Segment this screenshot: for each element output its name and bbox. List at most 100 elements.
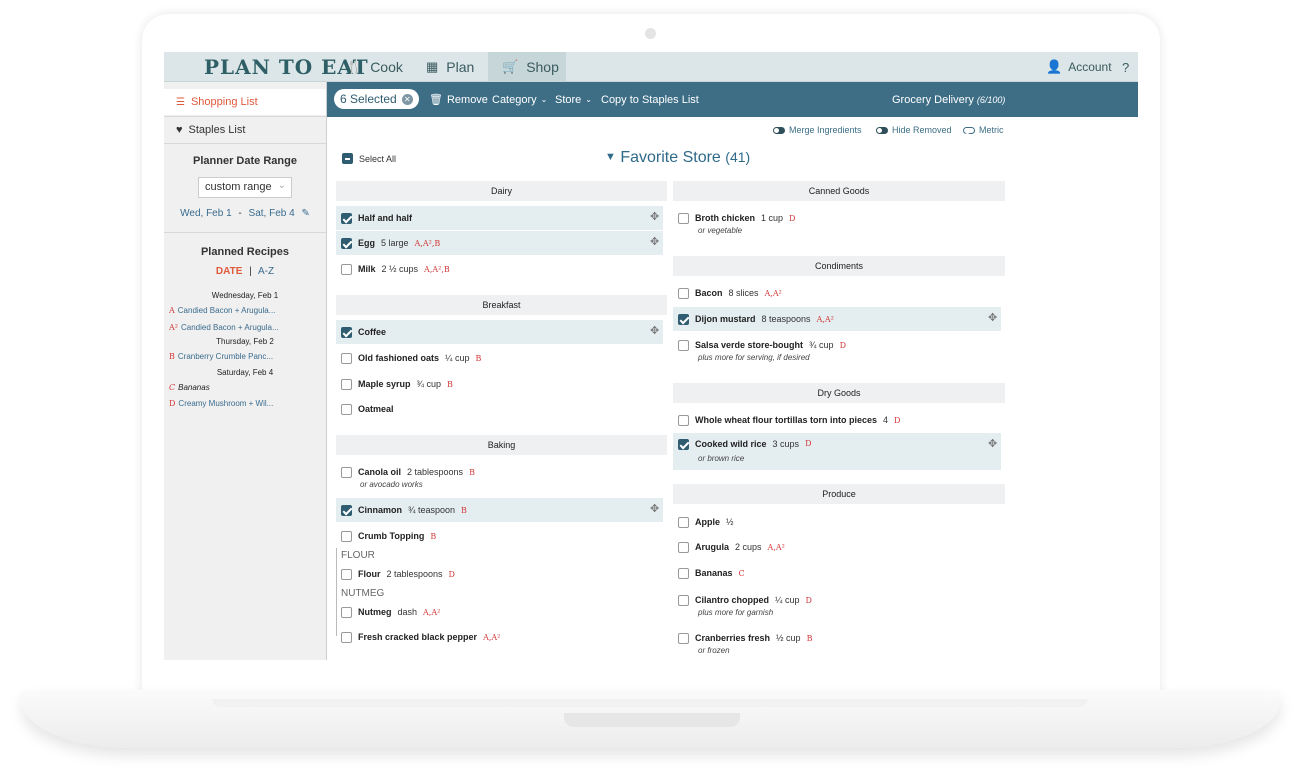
recipe-link[interactable]: A² Candied Bacon + Arugula... xyxy=(169,323,324,332)
recipe-link[interactable]: B Cranberry Crumble Panc... xyxy=(169,352,324,361)
list-item[interactable]: Whole wheat flour tortillas torn into pi… xyxy=(673,408,1001,432)
item-checkbox[interactable] xyxy=(678,567,689,579)
item-checkbox[interactable] xyxy=(678,339,689,351)
remove-button[interactable]: 🗑 Remove xyxy=(429,82,488,117)
list-item[interactable]: Oatmeal xyxy=(336,397,663,421)
list-item[interactable]: Milk 2 ½ cups A,A²,B xyxy=(336,257,663,281)
item-qty: ½ cup xyxy=(776,633,801,643)
item-checkbox[interactable] xyxy=(341,606,352,618)
help-button[interactable]: ? xyxy=(1122,52,1129,82)
list-item[interactable]: Nutmeg dash A,A² xyxy=(336,600,663,624)
tab-cook[interactable]: 🍴 Cook xyxy=(332,52,417,82)
recipe-link[interactable]: C Bananas xyxy=(169,383,324,392)
item-recipe-tags: B xyxy=(461,505,467,515)
tab-plan-label: Plan xyxy=(446,59,475,75)
sidebar-item-shopping-list[interactable]: ☰ Shopping List xyxy=(164,89,326,115)
drag-handle-icon[interactable]: ✥ xyxy=(650,235,659,248)
recipe-link[interactable]: A Candied Bacon + Arugula... xyxy=(169,306,324,315)
list-item[interactable]: Bananas C xyxy=(673,561,1001,585)
item-checkbox[interactable] xyxy=(341,352,352,364)
list-item[interactable]: Fresh cracked black pepper A,A² xyxy=(336,625,663,649)
list-item[interactable]: Flour 2 tablespoons D xyxy=(336,562,663,586)
item-checkbox[interactable] xyxy=(678,313,689,325)
drag-handle-icon[interactable]: ✥ xyxy=(988,311,997,324)
date-from[interactable]: Wed, Feb 1 xyxy=(180,208,232,219)
item-recipe-tags: B xyxy=(430,531,437,541)
tab-plan[interactable]: ▦ Plan xyxy=(412,52,488,82)
day-label: Thursday, Feb 2 xyxy=(216,337,274,346)
drag-handle-icon[interactable]: ✥ xyxy=(650,210,659,223)
item-checkbox[interactable] xyxy=(341,237,352,249)
webcam xyxy=(645,28,656,39)
item-recipe-tags: B xyxy=(475,353,482,363)
hide-label: Hide Removed xyxy=(892,125,952,135)
select-all[interactable]: Select All xyxy=(342,153,396,164)
category-dropdown[interactable]: Category ⌄ xyxy=(492,82,547,117)
drag-handle-icon[interactable]: ✥ xyxy=(988,437,997,450)
list-item[interactable]: Egg 5 large A,A²,B xyxy=(336,231,663,255)
item-recipe-tags: A,A² xyxy=(483,632,501,642)
item-qty: ¼ cup xyxy=(445,353,470,363)
selected-count-pill[interactable]: 6 Selected ✕ xyxy=(334,89,419,109)
account-menu[interactable]: 👤 Account xyxy=(1046,52,1112,82)
metric-toggle[interactable]: Metric xyxy=(963,123,1004,137)
item-name: Cranberries fresh xyxy=(695,633,771,643)
store-heading[interactable]: ▼ Favorite Store (41) xyxy=(605,149,750,167)
item-checkbox[interactable] xyxy=(678,212,689,224)
item-checkbox[interactable] xyxy=(341,568,352,580)
sidebar-item-staples-list[interactable]: ♥ Staples List xyxy=(164,117,326,143)
item-checkbox[interactable] xyxy=(341,466,352,478)
list-icon: ☰ xyxy=(176,96,185,108)
list-item[interactable]: Cooked wild rice 3 cups D xyxy=(673,433,1001,470)
date-to[interactable]: Sat, Feb 4 xyxy=(249,208,295,219)
date-range-select[interactable]: custom range ⌄ xyxy=(198,177,292,198)
recipe-link[interactable]: D Creamy Mushroom + Wil... xyxy=(169,399,324,408)
sort-az[interactable]: A-Z xyxy=(258,266,274,277)
tab-shop[interactable]: 🛒 Shop xyxy=(488,52,566,82)
category-header: Dry Goods xyxy=(673,383,1005,403)
store-dropdown[interactable]: Store ⌄ xyxy=(555,82,592,117)
store-count: (41) xyxy=(725,149,751,165)
list-item[interactable]: Arugula 2 cups A,A² xyxy=(673,535,1001,559)
pencil-icon[interactable]: ✎ xyxy=(301,208,309,219)
copy-to-staples-button[interactable]: Copy to Staples List xyxy=(601,82,699,117)
list-item[interactable]: Dijon mustard 8 teaspoons A,A² xyxy=(673,307,1001,331)
item-checkbox[interactable] xyxy=(341,403,352,415)
list-item[interactable]: Crumb Topping B xyxy=(336,524,663,548)
item-name: Flour xyxy=(358,569,381,579)
list-item[interactable]: Maple syrup ¾ cup B xyxy=(336,372,663,396)
list-item[interactable]: Apple ½ xyxy=(673,510,1001,534)
item-checkbox[interactable] xyxy=(341,504,352,516)
item-checkbox[interactable] xyxy=(341,530,352,542)
item-checkbox[interactable] xyxy=(341,326,352,338)
merge-ingredients-toggle[interactable]: Merge Ingredients xyxy=(773,123,862,137)
item-checkbox[interactable] xyxy=(341,212,352,224)
drag-handle-icon[interactable]: ✥ xyxy=(650,324,659,337)
item-checkbox[interactable] xyxy=(678,541,689,553)
sort-date[interactable]: DATE xyxy=(216,266,242,277)
list-item[interactable]: Cinnamon ¾ teaspoon B xyxy=(336,498,663,522)
chevron-down-icon: ⌄ xyxy=(540,95,548,104)
item-checkbox[interactable] xyxy=(678,594,689,606)
grocery-delivery-button[interactable]: Grocery Delivery (6/100) xyxy=(892,82,1005,117)
select-all-checkbox[interactable] xyxy=(342,153,353,164)
item-checkbox[interactable] xyxy=(678,414,689,426)
item-checkbox[interactable] xyxy=(341,378,352,390)
item-checkbox[interactable] xyxy=(678,287,689,299)
list-item[interactable]: Bacon 8 slices A,A² xyxy=(673,281,1001,305)
item-checkbox[interactable] xyxy=(678,439,689,450)
hide-removed-toggle[interactable]: Hide Removed xyxy=(876,123,952,137)
item-checkbox[interactable] xyxy=(341,263,352,275)
item-checkbox[interactable] xyxy=(678,632,689,644)
close-icon[interactable]: ✕ xyxy=(401,93,413,105)
selection-toolbar: 6 Selected ✕ 🗑 Remove Category ⌄ Store ⌄… xyxy=(327,82,1138,117)
list-item[interactable]: Old fashioned oats ¼ cup B xyxy=(336,346,663,370)
list-item[interactable]: Half and half xyxy=(336,206,663,230)
item-name: Oatmeal xyxy=(358,404,394,414)
list-item[interactable]: Coffee xyxy=(336,320,663,344)
item-name: Old fashioned oats xyxy=(358,353,440,363)
item-checkbox[interactable] xyxy=(341,631,352,643)
item-checkbox[interactable] xyxy=(678,516,689,528)
item-note: or avocado works xyxy=(360,480,423,489)
drag-handle-icon[interactable]: ✥ xyxy=(650,502,659,515)
